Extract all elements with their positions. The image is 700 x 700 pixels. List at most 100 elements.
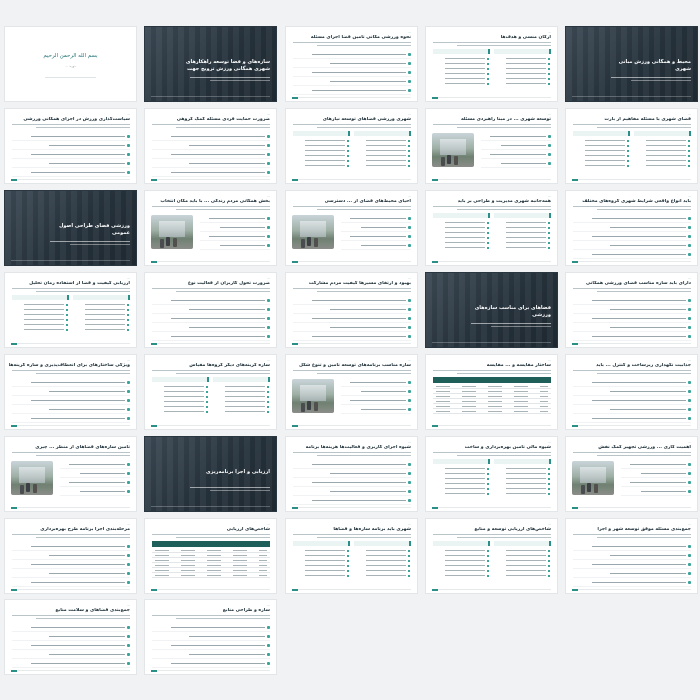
- slide-thumbnail[interactable]: ... اهمیت کاری ... ورزشی تجهیز کمک نقش: [565, 436, 698, 512]
- slide-thumbnail[interactable]: ... شیوه مالی تأمین بهره‌برداری و ساخت: [425, 436, 558, 512]
- slide-thumbnail[interactable]: ... تأمین سازه‌های فضاهای از منظر ... چیز…: [4, 436, 137, 512]
- slide-kicker: ...: [408, 359, 411, 362]
- slide-footer: [11, 179, 130, 180]
- list-item: [494, 491, 551, 496]
- slide-thumbnail[interactable]: ... همه‌جانبه شهری مدیریت و طراحی بر باید: [425, 190, 558, 266]
- slide-footer: [11, 260, 130, 261]
- slide-thumbnail[interactable]: ... جمع‌بندی فضاهای و سلامت منابع: [4, 599, 137, 675]
- slide-footer: [11, 425, 130, 426]
- slide-thumbnail[interactable]: ... سازه و طراحی منابع: [144, 599, 277, 675]
- slide-title: بهبود و ارتقای مسیرها کیفیت مردم مشارکت: [308, 281, 411, 286]
- slide-footer: [11, 589, 130, 590]
- bullet-list: [573, 543, 691, 588]
- slide-title: ویژگی ساختارهای برای انعطاف‌پذیری و سازه…: [9, 363, 130, 368]
- bullet-list: [621, 461, 691, 497]
- slide-footer-accent: [572, 261, 578, 263]
- list-item: [433, 81, 490, 86]
- table-header: [433, 377, 551, 383]
- slide-thumbnail[interactable]: فضاهای برای مناسب سازه‌های ورزشی: [425, 272, 558, 348]
- slide-thumbnail[interactable]: ... فضای شهری با مسئله مفاهیم از بارت: [565, 108, 698, 184]
- slide-thumbnail[interactable]: ... سیاست‌گذاری ورزش در اجرای همگانی ورزش…: [4, 108, 137, 184]
- bullet-item: [12, 642, 130, 650]
- slide-thumbnail[interactable]: ... شاخص‌های ارزیابی: [144, 518, 277, 594]
- slide-thumbnail[interactable]: ارزیابی و اجرا برنامه‌ریزی: [144, 436, 277, 512]
- slide-thumbnail[interactable]: ... ارکان منسی و هدف‌ها: [425, 26, 558, 102]
- slide-title: مرحله‌بندی اجرا برنامه طرح بهره‌برداری: [40, 527, 130, 532]
- column-header: [494, 213, 551, 218]
- bullet-item: [573, 242, 691, 250]
- slide-thumbnail[interactable]: ... سازه گزینه‌های دیگر گروه‌ها مقیاس: [144, 354, 277, 430]
- slide-subtitle-line: [190, 487, 270, 488]
- slide-title: ضرورت حمایت فردی مسئله کمک گروهی: [176, 117, 270, 122]
- bullet-item: [12, 142, 130, 150]
- slide-thumbnail[interactable]: ... ضرورت حمایت فردی مسئله کمک گروهی: [144, 108, 277, 184]
- slide-thumbnail[interactable]: بسم الله الرحمن الرحیم دوره: ...: [4, 26, 137, 102]
- slide-footer: [11, 343, 130, 344]
- slide-thumbnail[interactable]: ... توسعه شهری ... در مبنا راهبردی مسئله: [425, 108, 558, 184]
- bullet-list: [12, 543, 130, 588]
- slide-thumbnail[interactable]: ... مرحله‌بندی اجرا برنامه طرح بهره‌بردار…: [4, 518, 137, 594]
- slide-thumbnail[interactable]: ... بخش همگانی مردم زندگی ... با باید مکا…: [144, 190, 277, 266]
- slide-thumbnail[interactable]: ... احیای محیط‌های فضای از ... دسترسی: [285, 190, 418, 266]
- slide-thumbnail[interactable]: ... شیوه اجرای کاربری و فعالیت‌ها هزینه‌ه…: [285, 436, 418, 512]
- bullet-item: [341, 233, 411, 241]
- slide-subtitle-line: [611, 77, 691, 78]
- slide-thumbnail[interactable]: ... بهبود و ارتقای مسیرها کیفیت مردم مشار…: [285, 272, 418, 348]
- bullet-item: [200, 242, 270, 250]
- bullet-item: [293, 488, 411, 496]
- slide-thumbnail[interactable]: ... ضرورت تحول کاربران از فعالیت نوع: [144, 272, 277, 348]
- slide-footer-accent: [151, 343, 157, 345]
- slide-kicker: ...: [408, 523, 411, 526]
- bullet-list: [152, 133, 270, 178]
- bullet-item: [12, 160, 130, 168]
- cover-divider: [45, 77, 96, 78]
- slide-kicker: ...: [688, 441, 691, 444]
- slide-thumbnail[interactable]: ... باید انواع واقعی شرایط شهری گروه‌های …: [565, 190, 698, 266]
- slide-title: ورزشی فضای طراحی اصول عمومی: [59, 223, 130, 236]
- bullet-item: [481, 151, 551, 159]
- list-item: [494, 81, 551, 86]
- slide-thumbnail[interactable]: ... جذابیت نگهداری زیرساخت و کنترل ... با…: [565, 354, 698, 430]
- slide-intro-text: [573, 452, 691, 458]
- bullet-item: [573, 315, 691, 323]
- slide-thumbnail[interactable]: ورزشی فضای طراحی اصول عمومی: [4, 190, 137, 266]
- bullet-item: [60, 488, 130, 496]
- column-header: [494, 49, 551, 54]
- slide-thumbnail[interactable]: ... ارزیابی کیفیت و فضا از استفاده زمان ت…: [4, 272, 137, 348]
- slide-footer: [572, 425, 691, 426]
- bullet-item: [152, 624, 270, 632]
- slide-thumbnail[interactable]: ... سازه مناسب برنامه‌های توسعه تأمین و ت…: [285, 354, 418, 430]
- slide-thumbnail[interactable]: سازه‌های و فضا توسعه راهکارهای شهری همگا…: [144, 26, 277, 102]
- list-column: [354, 131, 411, 168]
- two-column-list: [152, 377, 270, 414]
- slide-footer: [151, 261, 270, 262]
- cover-title: بسم الله الرحمن الرحیم: [43, 53, 98, 59]
- slide-photo: [432, 133, 474, 167]
- slide-thumbnail[interactable]: ... نحوه ورزشی مکانی تأمین فضا اجرای مسئل…: [285, 26, 418, 102]
- list-column: [494, 49, 551, 86]
- slide-intro-text: [152, 534, 270, 540]
- slide-thumbnail[interactable]: ... شاخص‌های ارزیابی توسعه و منابع: [425, 518, 558, 594]
- slide-thumbnail[interactable]: ... شهری باید برنامه سازه‌ها و فضاها: [285, 518, 418, 594]
- list-item: [433, 573, 490, 578]
- slide-thumbnail[interactable]: محیط و همگانی ورزش مبانی شهری: [565, 26, 698, 102]
- slide-kicker: ...: [267, 523, 270, 526]
- slide-thumbnail[interactable]: ... ساختار مقایسه و ... مقایسه: [425, 354, 558, 430]
- slide-kicker: ...: [688, 277, 691, 280]
- list-column: [494, 541, 551, 578]
- slide-kicker: ...: [688, 113, 691, 116]
- slide-thumbnail[interactable]: ... ویژگی ساختارهای برای انعطاف‌پذیری و س…: [4, 354, 137, 430]
- slide-title: جمع‌بندی مسئله موفق توسعه شهر و اجرا: [597, 527, 691, 532]
- slide-thumbnail[interactable]: ... شهری ورزشی فضاهای توسعه نیازهای: [285, 108, 418, 184]
- slide-thumbnail[interactable]: ... دارای باید سازه مناسب فضای ورزشی همگا…: [565, 272, 698, 348]
- slide-thumbnail[interactable]: ... جمع‌بندی مسئله موفق توسعه شهر و اجرا: [565, 518, 698, 594]
- slide-footer: [151, 425, 270, 426]
- column-header: [73, 295, 130, 300]
- slide-kicker: ...: [127, 113, 130, 116]
- bullet-item: [293, 479, 411, 487]
- slide-subtitle-line: [491, 326, 551, 327]
- slide-intro-text: [152, 288, 270, 294]
- slide-intro-text: [573, 370, 691, 376]
- bullet-item: [152, 306, 270, 314]
- bullet-item: [293, 51, 411, 59]
